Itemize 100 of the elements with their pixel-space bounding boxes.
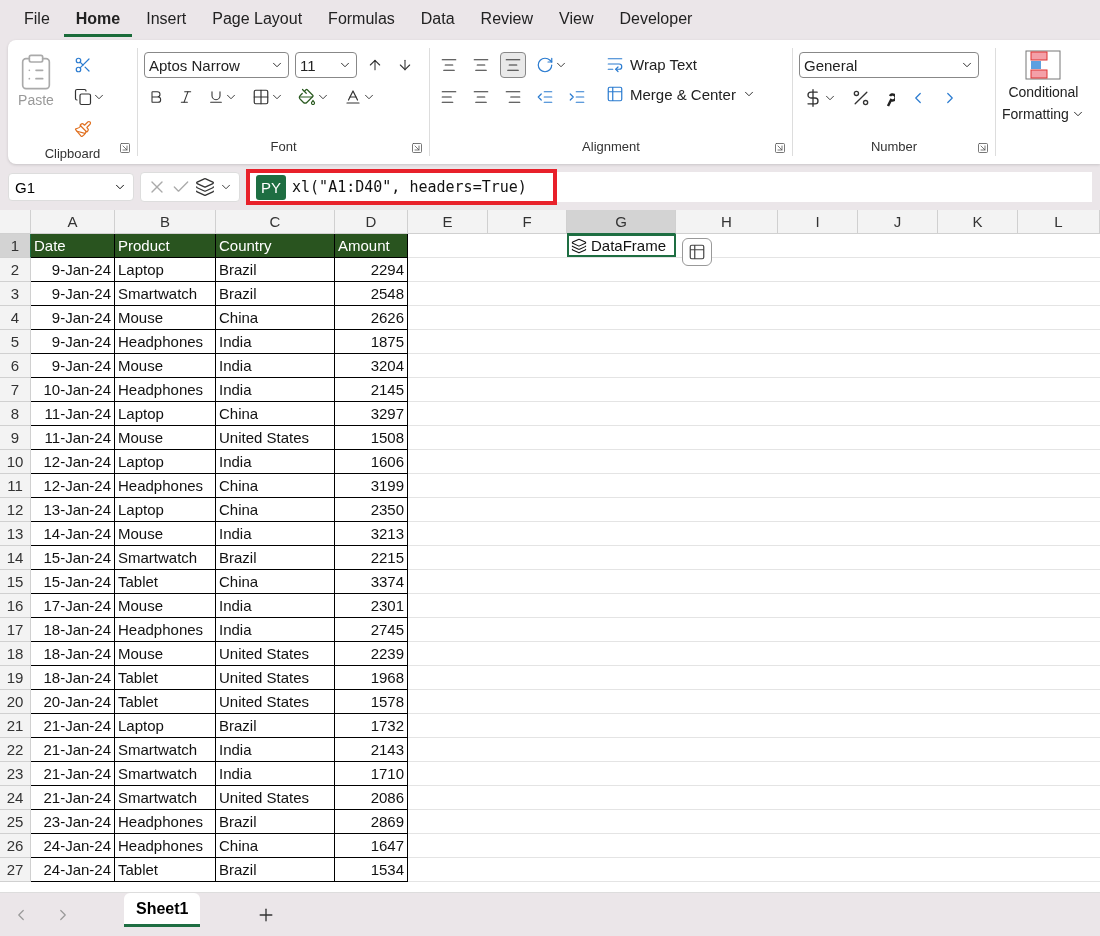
column-header[interactable]: D	[335, 210, 408, 234]
row-header[interactable]: 8	[0, 402, 31, 426]
table-cell: Headphones	[115, 618, 216, 642]
number-format-dropdown[interactable]: General	[799, 52, 979, 78]
table-cell: Smartwatch	[115, 786, 216, 810]
menu-tab[interactable]: Page Layout	[200, 3, 315, 37]
row-header[interactable]: 4	[0, 306, 31, 330]
align-icon	[440, 56, 458, 74]
row-header[interactable]: 14	[0, 546, 31, 570]
column-header[interactable]: H	[676, 210, 778, 234]
bottom-align-button[interactable]	[500, 52, 526, 78]
indent-decrease-icon	[536, 88, 554, 106]
table-cell: 2301	[335, 594, 408, 618]
launcher-icon	[977, 142, 989, 154]
table-cell: Smartwatch	[115, 762, 216, 786]
launcher-icon	[774, 142, 786, 154]
row-header[interactable]: 3	[0, 282, 31, 306]
table-cell: Laptop	[115, 450, 216, 474]
table-cell: Headphones	[115, 330, 216, 354]
column-header[interactable]: E	[408, 210, 488, 234]
table-cell: 18-Jan-24	[31, 666, 115, 690]
menu-tab[interactable]: Insert	[134, 3, 199, 37]
row-header[interactable]: 11	[0, 474, 31, 498]
merge-center-button[interactable]: Merge & Center	[602, 82, 760, 106]
menu-tab[interactable]: Review	[468, 3, 546, 37]
column-header[interactable]: G	[567, 210, 676, 234]
group-label: Font	[270, 139, 297, 156]
row-header[interactable]: 26	[0, 834, 31, 858]
row-header[interactable]: 18	[0, 642, 31, 666]
menu-tab[interactable]: Formulas	[316, 3, 407, 37]
row-header[interactable]: 20	[0, 690, 31, 714]
row-header[interactable]: 6	[0, 354, 31, 378]
row-header[interactable]: 12	[0, 498, 31, 522]
row-header[interactable]: 16	[0, 594, 31, 618]
table-cell: 24-Jan-24	[31, 858, 115, 882]
corner-cell[interactable]	[0, 210, 31, 234]
column-header[interactable]: J	[858, 210, 938, 234]
table-cell: 2548	[335, 282, 408, 306]
table-cell: 15-Jan-24	[31, 546, 115, 570]
row-header[interactable]: 22	[0, 738, 31, 762]
table-cell: 2143	[335, 738, 408, 762]
table-cell: India	[216, 594, 335, 618]
table-cell: 2239	[335, 642, 408, 666]
align-right-icon	[504, 88, 522, 106]
table-cell: 3297	[335, 402, 408, 426]
row-header[interactable]: 5	[0, 330, 31, 354]
menu-tab[interactable]: File	[12, 3, 62, 37]
table-cell: India	[216, 738, 335, 762]
table-cell: Mouse	[115, 306, 216, 330]
table-cell: United States	[216, 426, 335, 450]
menu-tab[interactable]: View	[547, 3, 606, 37]
column-header[interactable]: A	[31, 210, 115, 234]
align-center-icon	[472, 88, 490, 106]
font-name-dropdown[interactable]: Aptos Narrow	[144, 52, 289, 78]
table-cell: 11-Jan-24	[31, 426, 115, 450]
row-header[interactable]: 21	[0, 714, 31, 738]
menu-tab[interactable]: Home	[63, 3, 133, 37]
launcher-icon	[119, 142, 131, 154]
formula-field[interactable]: PY xl("A1:D40", headers=True)	[246, 169, 557, 205]
table-cell: Laptop	[115, 498, 216, 522]
column-header[interactable]: C	[216, 210, 335, 234]
wrap-text-button[interactable]: Wrap Text	[602, 52, 760, 76]
conditional-formatting-button[interactable]: Conditional Formatting	[996, 48, 1091, 156]
row-header[interactable]: 10	[0, 450, 31, 474]
row-header[interactable]: 9	[0, 426, 31, 450]
table-cell: 11-Jan-24	[31, 402, 115, 426]
name-box[interactable]: G1	[8, 173, 134, 201]
column-header[interactable]: K	[938, 210, 1018, 234]
row-header[interactable]: 27	[0, 858, 31, 882]
table-cell: 1710	[335, 762, 408, 786]
row-header[interactable]: 2	[0, 258, 31, 282]
row-header[interactable]: 23	[0, 762, 31, 786]
column-header[interactable]: L	[1018, 210, 1100, 234]
paint-bucket-icon	[298, 88, 316, 106]
table-cell: India	[216, 522, 335, 546]
table-cell: Mouse	[115, 522, 216, 546]
merge-icon	[606, 85, 624, 103]
sheet-tab[interactable]: Sheet1	[124, 893, 201, 927]
row-header[interactable]: 7	[0, 378, 31, 402]
column-header[interactable]: F	[488, 210, 567, 234]
table-cell: 2215	[335, 546, 408, 570]
table-cell: 2626	[335, 306, 408, 330]
row-header[interactable]: 25	[0, 810, 31, 834]
font-size-dropdown[interactable]: 11	[295, 52, 357, 78]
menu-tab[interactable]: Data	[408, 3, 467, 37]
card-icon[interactable]	[682, 238, 712, 266]
table-cell: 18-Jan-24	[31, 618, 115, 642]
column-header[interactable]: I	[778, 210, 858, 234]
table-cell: India	[216, 450, 335, 474]
menu-tab[interactable]: Developer	[607, 3, 705, 37]
row-header[interactable]: 24	[0, 786, 31, 810]
row-header[interactable]: 13	[0, 522, 31, 546]
table-cell: 18-Jan-24	[31, 642, 115, 666]
row-header[interactable]: 17	[0, 618, 31, 642]
row-header[interactable]: 19	[0, 666, 31, 690]
table-cell: Brazil	[216, 546, 335, 570]
row-header[interactable]: 15	[0, 570, 31, 594]
row-header[interactable]: 1	[0, 234, 31, 258]
column-header[interactable]: B	[115, 210, 216, 234]
layers-icon	[195, 177, 215, 197]
